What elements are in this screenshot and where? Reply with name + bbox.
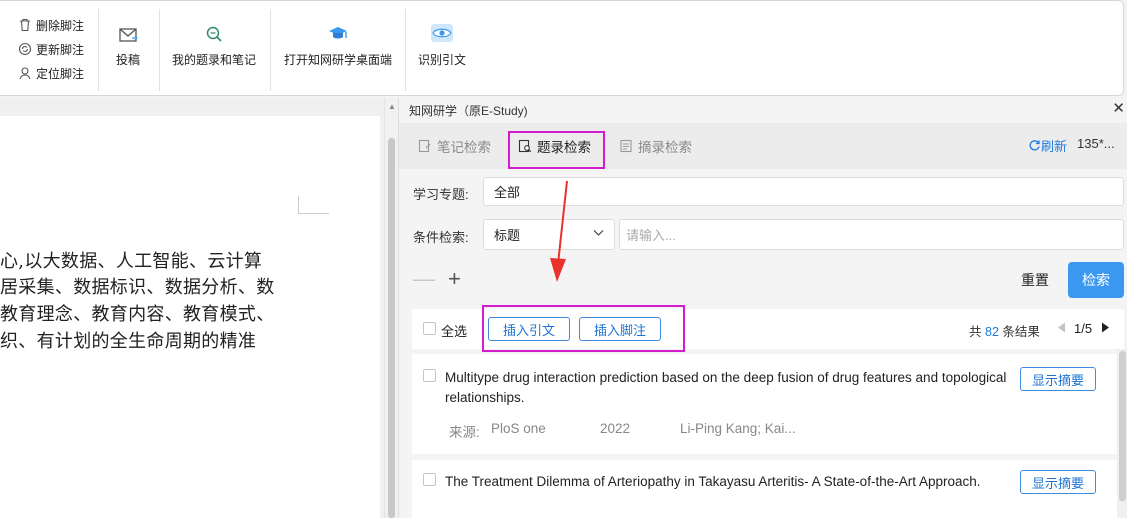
identify-citation-label: 识别引文 [418,53,467,67]
result-checkbox[interactable] [423,473,436,486]
ribbon-toolbar: 删除脚注 更新脚注 定位脚注 投稿 我的题录和笔记 打开知网研学桌面端 识别引文 [0,0,1124,96]
total-suffix: 条结果 [1002,325,1040,339]
margin-mark [298,213,329,214]
citation-group: 识别引文 [406,9,486,91]
envelope-icon [119,28,138,42]
prev-page-icon[interactable] [1057,322,1066,333]
select-all-checkbox[interactable] [423,322,436,335]
desktop-group: 打开知网研学桌面端 [271,9,406,91]
annotation-highlight-box [508,131,605,169]
excerpt-search-icon [620,139,632,153]
open-desktop-label: 打开知网研学桌面端 [284,53,393,67]
reset-button[interactable]: 重置 [1021,270,1049,290]
update-footnote-button[interactable]: 更新脚注 [0,37,96,61]
scroll-up-icon[interactable]: ▲ [388,102,396,111]
document-text-line: 教育理念、教育内容、教育模式、 [0,304,275,325]
page-indicator: 1/5 [1074,321,1093,336]
document-page[interactable]: 心,以大数据、人工智能、云计算 居采集、数据标识、数据分析、数 教育理念、教育内… [0,116,380,518]
eye-icon [431,24,453,42]
topic-label: 学习专题: [413,187,469,202]
add-condition-button[interactable]: + [448,268,461,290]
note-search-icon [418,139,431,153]
total-results: 共 82 条结果 [969,321,1040,340]
scrollbar-thumb[interactable] [1119,351,1126,501]
results-scrollbar[interactable] [1117,349,1127,518]
tab-excerpt-search[interactable]: 摘录检索 [619,136,692,156]
update-footnote-label: 更新脚注 [36,42,85,57]
panel-title: 知网研学（原E-Study) [409,104,528,118]
next-page-icon[interactable] [1101,322,1110,333]
result-checkbox[interactable] [423,369,436,382]
refresh-label: 刷新 [1041,139,1068,154]
graduation-cap-icon [329,27,347,39]
source-value: PloS one [491,421,546,436]
search-placeholder: 请输入... [626,228,676,243]
remove-condition-button[interactable]: — [413,268,435,290]
close-icon[interactable]: ✕ [1112,99,1125,117]
condition-label: 条件检索: [413,230,469,245]
tab-note-search-label: 笔记检索 [437,140,491,155]
account-label: 135*... [1077,136,1115,151]
locate-footnote-label: 定位脚注 [36,66,85,81]
search-input[interactable]: 请输入... [619,219,1124,250]
magnifier-icon [206,26,222,42]
tab-excerpt-search-label: 摘录检索 [638,140,692,155]
delete-footnote-label: 删除脚注 [36,18,85,33]
list-item[interactable]: The Treatment Dilemma of Arteriopathy in… [412,460,1118,518]
annotation-arrow-head [550,258,566,282]
refresh-icon [1029,140,1040,151]
estudy-panel: 知网研学（原E-Study) ✕ 笔记检索 题录检索 摘录检索 刷新 135*.… [398,98,1127,518]
document-text-line: 居采集、数据标识、数据分析、数 [0,277,275,298]
submit-label: 投稿 [116,53,141,67]
margin-mark [298,196,299,214]
document-text-line: 心,以大数据、人工智能、云计算 [0,251,263,272]
refresh-circle-icon [18,42,32,56]
topic-select[interactable]: 全部 [483,177,1124,206]
open-desktop-button[interactable]: 打开知网研学桌面端 [284,15,392,68]
total-count: 82 [985,325,999,339]
delete-footnote-button[interactable]: 删除脚注 [0,13,96,37]
total-prefix: 共 [969,325,982,339]
locate-icon [19,67,31,80]
select-all-label: 全选 [441,324,468,339]
condition-field-select[interactable]: 标题 [483,219,615,250]
scrollbar-thumb[interactable] [388,138,395,518]
submit-button[interactable]: 投稿 [116,15,140,68]
identify-citation-button[interactable]: 识别引文 [418,15,466,68]
result-title[interactable]: The Treatment Dilemma of Arteriopathy in… [445,472,1015,492]
show-abstract-button[interactable]: 显示摘要 [1020,470,1096,494]
records-group: 我的题录和笔记 [160,9,271,91]
search-button[interactable]: 检索 [1068,262,1124,298]
my-records-button[interactable]: 我的题录和笔记 [172,15,256,68]
submit-group: 投稿 [99,9,160,91]
footnote-group: 删除脚注 更新脚注 定位脚注 [0,9,99,91]
topic-value: 全部 [494,185,521,200]
show-abstract-button[interactable]: 显示摘要 [1020,367,1096,391]
year-value: 2022 [600,421,631,436]
tab-note-search[interactable]: 笔记检索 [418,136,491,156]
my-records-label: 我的题录和笔记 [172,53,257,67]
locate-footnote-button[interactable]: 定位脚注 [0,61,96,85]
annotation-highlight-box [482,305,685,352]
condition-field-value: 标题 [494,228,521,243]
list-item[interactable]: Multitype drug interaction prediction ba… [412,354,1118,454]
chevron-down-icon [593,230,604,236]
result-title[interactable]: Multitype drug interaction prediction ba… [445,368,1015,408]
refresh-button[interactable]: 刷新 [1028,136,1067,155]
source-label: 来源: [449,425,480,440]
document-text-line: 织、有计划的全生命周期的精准 [0,331,257,352]
authors-value: Li-Ping Kang; Kai... [680,421,796,436]
document-area: 心,以大数据、人工智能、云计算 居采集、数据标识、数据分析、数 教育理念、教育内… [0,98,386,518]
trash-icon [20,18,30,32]
document-scrollbar[interactable]: ▲ [384,98,398,518]
